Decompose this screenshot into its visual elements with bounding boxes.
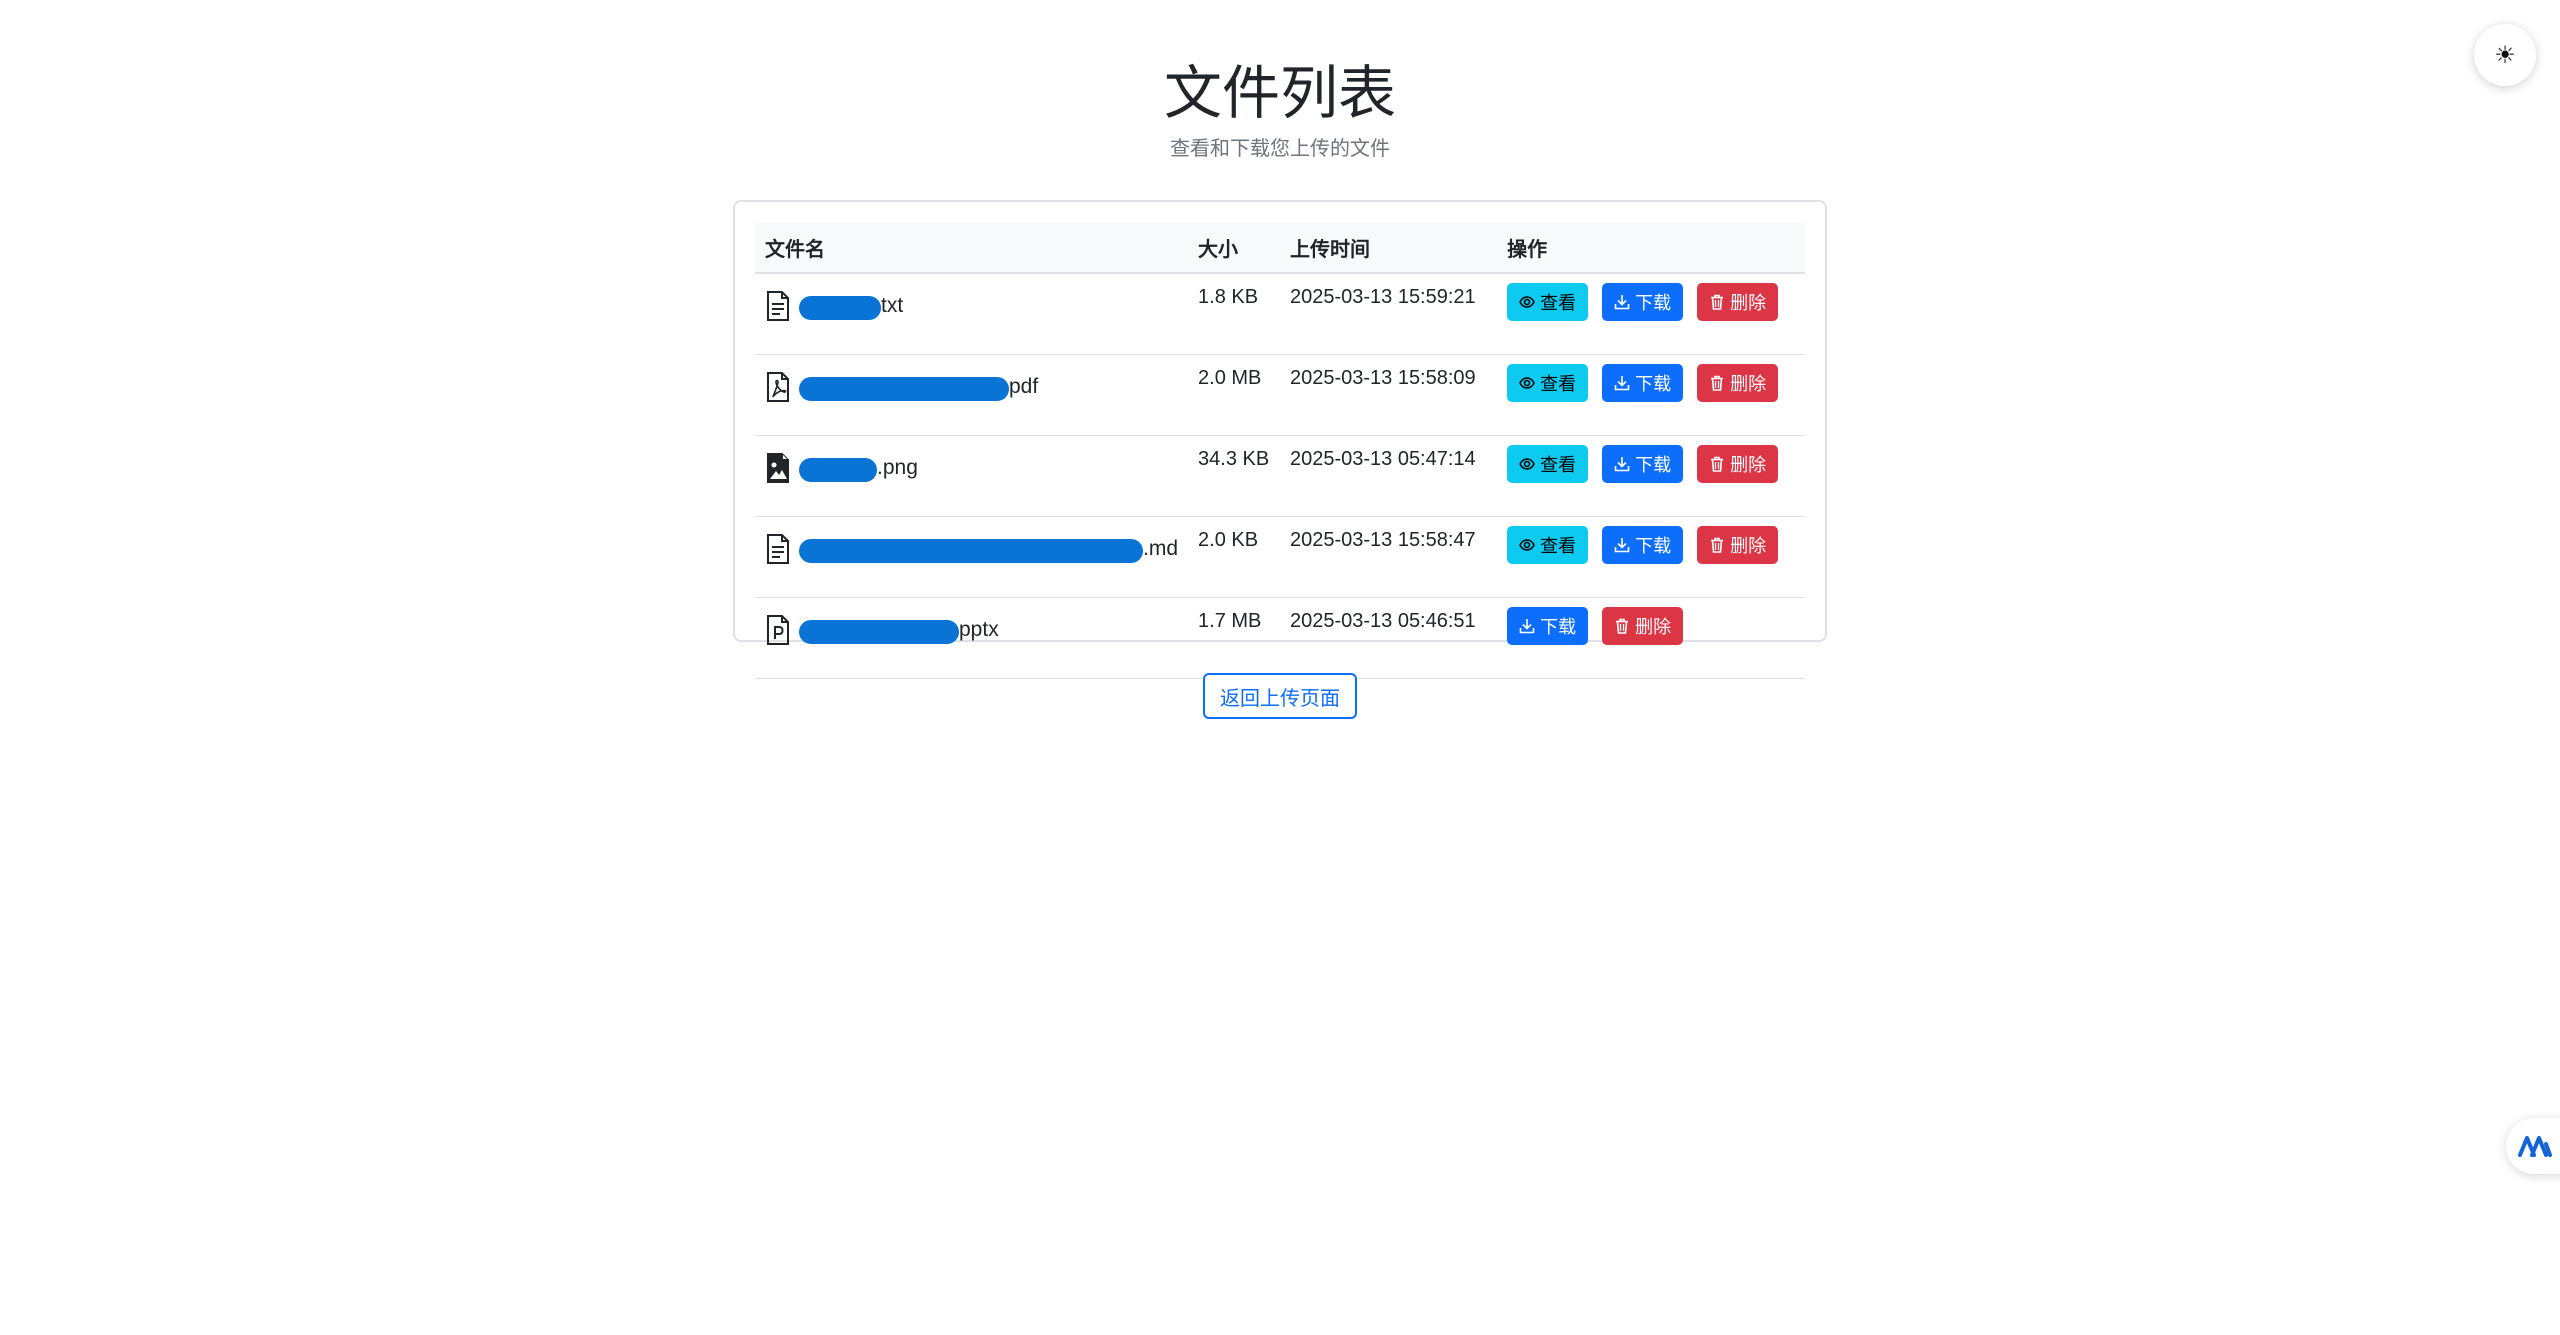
filename-cell: .png — [755, 435, 1189, 517]
file-list-page: ☀ 文件列表 查看和下载您上传的文件 文件名 大小 上传时间 操作 txt 1.… — [0, 0, 2560, 1335]
download-icon — [1614, 457, 1630, 472]
file-size: 34.3 KB — [1188, 435, 1280, 517]
filename-cell: txt — [755, 273, 1189, 355]
table-row: .png 34.3 KB 2025-03-13 05:47:14 查看 下载 删… — [755, 435, 1805, 517]
page-header: 文件列表 查看和下载您上传的文件 — [0, 58, 2560, 164]
filename-cell: pdf — [755, 354, 1189, 436]
filename-cell: .md — [755, 516, 1189, 598]
delete-button[interactable]: 删除 — [1697, 526, 1779, 564]
upload-time: 2025-03-13 15:58:09 — [1279, 354, 1498, 436]
redacted-name — [799, 377, 1009, 402]
eye-icon — [1519, 458, 1536, 470]
text-file-icon — [767, 291, 789, 321]
table-row: pdf 2.0 MB 2025-03-13 15:58:09 查看 下载 删除 — [755, 354, 1805, 436]
upload-time: 2025-03-13 15:59:21 — [1279, 273, 1498, 355]
download-button[interactable]: 下载 — [1602, 283, 1684, 321]
file-name[interactable]: pdf — [799, 375, 1038, 402]
file-size: 1.7 MB — [1188, 597, 1280, 679]
actions-cell: 查看 下载 删除 — [1497, 354, 1805, 436]
filename-cell: pptx — [755, 597, 1189, 679]
file-name[interactable]: .png — [799, 456, 918, 483]
redacted-name — [799, 296, 881, 321]
assistant-logo-icon — [2518, 1136, 2552, 1157]
download-button[interactable]: 下载 — [1602, 445, 1684, 483]
page-title: 文件列表 — [1163, 61, 1396, 126]
upload-time: 2025-03-13 05:47:14 — [1279, 435, 1498, 517]
download-button[interactable]: 下载 — [1602, 526, 1684, 564]
trash-icon — [1711, 294, 1724, 310]
file-name[interactable]: pptx — [799, 618, 999, 645]
eye-icon — [1519, 377, 1536, 389]
eye-icon — [1519, 539, 1536, 551]
actions-cell: 下载 删除 — [1497, 597, 1805, 679]
ppt-file-icon — [767, 615, 789, 645]
file-table: 文件名 大小 上传时间 操作 txt 1.8 KB 2025-03-13 15:… — [755, 222, 1805, 679]
table-row: pptx 1.7 MB 2025-03-13 05:46:51 下载 删除 — [755, 597, 1805, 679]
trash-icon — [1616, 618, 1629, 634]
column-header-filename: 文件名 — [755, 222, 1189, 274]
redacted-name — [799, 458, 877, 483]
view-button[interactable]: 查看 — [1507, 526, 1589, 564]
column-header-upload-time: 上传时间 — [1279, 222, 1498, 274]
text-file-icon — [767, 534, 789, 564]
file-table-card: 文件名 大小 上传时间 操作 txt 1.8 KB 2025-03-13 15:… — [733, 200, 1827, 679]
pdf-file-icon — [767, 372, 789, 402]
return-to-upload-button[interactable]: 返回上传页面 — [1203, 673, 1357, 719]
redacted-name — [799, 539, 1143, 564]
actions-cell: 查看 下载 删除 — [1497, 273, 1805, 355]
download-button[interactable]: 下载 — [1507, 607, 1589, 645]
file-size: 2.0 MB — [1188, 354, 1280, 436]
file-size: 2.0 KB — [1188, 516, 1280, 598]
view-button[interactable]: 查看 — [1507, 364, 1589, 402]
table-row: txt 1.8 KB 2025-03-13 15:59:21 查看 下载 删除 — [755, 273, 1805, 355]
delete-button[interactable]: 删除 — [1697, 283, 1779, 321]
assistant-widget-button[interactable] — [2506, 1118, 2560, 1174]
table-row: .md 2.0 KB 2025-03-13 15:58:47 查看 下载 删除 — [755, 516, 1805, 598]
actions-cell: 查看 下载 删除 — [1497, 516, 1805, 598]
file-size: 1.8 KB — [1188, 273, 1280, 355]
trash-icon — [1711, 456, 1724, 472]
download-icon — [1519, 619, 1535, 634]
trash-icon — [1711, 375, 1724, 391]
delete-button[interactable]: 删除 — [1602, 607, 1684, 645]
column-header-actions: 操作 — [1497, 222, 1805, 274]
download-button[interactable]: 下载 — [1602, 364, 1684, 402]
upload-time: 2025-03-13 15:58:47 — [1279, 516, 1498, 598]
column-header-size: 大小 — [1188, 222, 1280, 274]
file-name[interactable]: .md — [799, 537, 1178, 564]
table-header-row: 文件名 大小 上传时间 操作 — [755, 222, 1805, 274]
delete-button[interactable]: 删除 — [1697, 364, 1779, 402]
download-icon — [1614, 538, 1630, 553]
upload-time: 2025-03-13 05:46:51 — [1279, 597, 1498, 679]
download-icon — [1614, 295, 1630, 310]
view-button[interactable]: 查看 — [1507, 445, 1589, 483]
page-subtitle: 查看和下载您上传的文件 — [1170, 138, 1390, 160]
trash-icon — [1711, 537, 1724, 553]
image-file-icon — [767, 453, 789, 483]
view-button[interactable]: 查看 — [1507, 283, 1589, 321]
download-icon — [1614, 376, 1630, 391]
eye-icon — [1519, 296, 1536, 308]
actions-cell: 查看 下载 删除 — [1497, 435, 1805, 517]
delete-button[interactable]: 删除 — [1697, 445, 1779, 483]
redacted-name — [799, 620, 959, 645]
file-name[interactable]: txt — [799, 294, 903, 321]
